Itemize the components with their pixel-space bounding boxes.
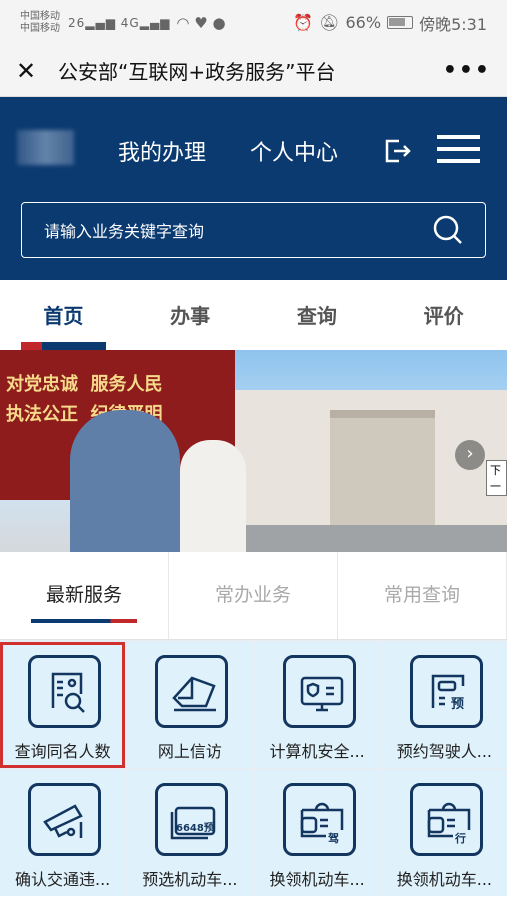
service-label: 网上信访: [157, 742, 222, 761]
service-label: 换领机动车...: [396, 870, 492, 889]
mute-icon: 🔕︎: [319, 13, 340, 32]
tab-home[interactable]: 首页: [0, 280, 127, 350]
camera-icon: [28, 783, 101, 856]
tab-common-queries[interactable]: 常用查询: [338, 552, 507, 639]
tooltip: 下一: [486, 460, 507, 496]
nav-my-affairs[interactable]: 我的办理: [118, 135, 206, 167]
close-icon[interactable]: ✕: [16, 57, 38, 85]
signal-1: 26: [68, 15, 86, 30]
alarm-icon: ⏰: [293, 13, 314, 32]
car-reserve-icon: 预: [409, 655, 483, 728]
service-label: 换领机动车...: [269, 870, 365, 889]
service-grid: 查询同名人数 网上信访 计算机安全... 预预约驾驶人... 确认交通违... 6648预…: [0, 640, 507, 896]
search-icon[interactable]: [433, 215, 463, 245]
tab-services[interactable]: 办事: [127, 280, 254, 350]
tab-review[interactable]: 评价: [380, 280, 507, 350]
service-label: 确认交通违...: [14, 870, 111, 889]
nav-personal-center[interactable]: 个人中心: [250, 135, 338, 167]
wifi-icon: ◠ ♥ ●: [176, 13, 226, 32]
envelope-icon: [155, 655, 229, 728]
banner-ground: [235, 525, 507, 552]
service-label: 预选机动车...: [142, 870, 238, 889]
svg-text:预: 预: [451, 697, 464, 712]
service-item[interactable]: 计算机安全...: [254, 642, 380, 768]
main-tabs: 首页 办事 查询 评价: [0, 280, 507, 350]
service-label: 预约驾驶人...: [396, 742, 492, 761]
service-item[interactable]: 预预约驾驶人...: [381, 642, 507, 768]
title-bar: ✕ 公安部“互联网+政务服务”平台 •••: [0, 45, 507, 97]
logout-icon[interactable]: [385, 139, 411, 163]
banner-carousel[interactable]: 对党忠诚 服务人民 执法公正 纪律严明 › 下一: [0, 350, 507, 552]
active-tab-indicator: [21, 342, 106, 350]
monitor-shield-icon: [282, 655, 356, 728]
banner-officer: [70, 410, 180, 552]
menu-icon[interactable]: [437, 135, 480, 171]
plate-icon: 6648预: [155, 783, 229, 856]
battery-icon: [387, 16, 414, 29]
service-label: 查询同名人数: [14, 742, 111, 761]
tab-query[interactable]: 查询: [254, 280, 381, 350]
service-item[interactable]: 驾换领机动车...: [254, 770, 380, 896]
more-button[interactable]: •••: [443, 58, 491, 83]
tab-common-services[interactable]: 常办业务: [169, 552, 338, 639]
status-bar: 中国移动 中国移动 26▂▄▆ 4G▂▄▆ ◠ ♥ ● ⏰ 🔕︎ 66% 傍晚5:…: [0, 0, 507, 45]
car-license-icon: 驾: [282, 783, 356, 856]
service-item[interactable]: 网上信访: [127, 642, 253, 768]
clock: 傍晚5:31: [419, 14, 487, 34]
carrier-1: 中国移动: [20, 10, 60, 22]
logo: [17, 130, 74, 165]
id-search-icon: [28, 655, 101, 728]
page-title: 公安部“互联网+政务服务”平台: [58, 60, 336, 84]
carrier-2: 中国移动: [20, 22, 60, 34]
signal-icon: 26▂▄▆ 4G▂▄▆: [68, 15, 171, 30]
search-input[interactable]: 请输入业务关键字查询: [21, 202, 486, 258]
next-slide-button[interactable]: ›: [455, 440, 485, 470]
service-tabs: 最新服务 常办业务 常用查询: [0, 552, 507, 640]
signal-2: 4G: [120, 15, 140, 30]
service-item[interactable]: 6648预预选机动车...: [127, 770, 253, 896]
search-placeholder: 请输入业务关键字查询: [44, 222, 205, 241]
license-badge: 行: [454, 831, 466, 845]
service-item[interactable]: 查询同名人数: [0, 642, 126, 768]
carrier-info: 中国移动 中国移动: [20, 11, 60, 35]
tab-latest-services[interactable]: 最新服务: [0, 552, 169, 639]
service-label: 计算机安全...: [269, 742, 365, 761]
plate-badge: 6648预: [176, 822, 214, 834]
car-license-icon: 行: [409, 783, 483, 856]
service-item[interactable]: 行换领机动车...: [381, 770, 507, 896]
banner-woman: [180, 440, 246, 552]
battery-percent: 66%: [345, 13, 382, 32]
license-badge: 驾: [327, 831, 339, 845]
service-item[interactable]: 确认交通违...: [0, 770, 126, 896]
